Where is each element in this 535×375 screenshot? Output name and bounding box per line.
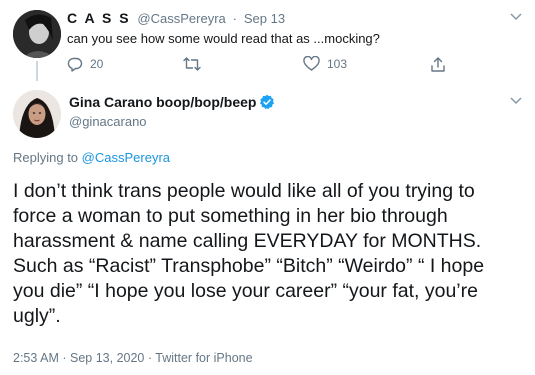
tweet-time[interactable]: 2:53 AM xyxy=(13,351,59,365)
avatar[interactable] xyxy=(13,90,61,138)
reply-header: C A S S @CassPereyra · Sep 13 xyxy=(67,10,285,26)
like-icon xyxy=(303,56,320,71)
avatar[interactable] xyxy=(13,10,61,58)
tweet-text: can you see how some would read that as … xyxy=(67,31,380,46)
tweet-text: I don’t think trans people would like al… xyxy=(13,180,485,327)
thread-connector xyxy=(36,61,38,81)
separator: · xyxy=(232,11,237,26)
handle[interactable]: @CassPereyra xyxy=(137,11,225,26)
like-count: 103 xyxy=(327,57,348,71)
verified-badge-icon xyxy=(260,94,275,110)
main-tweet: Gina Carano boop/bop/beep @ginacarano Re… xyxy=(0,80,535,375)
tweet-source[interactable]: Twitter for iPhone xyxy=(155,351,252,365)
action-bar: 20 103 xyxy=(67,56,467,74)
reply-count: 20 xyxy=(90,57,104,71)
separator: · xyxy=(62,351,70,365)
display-name[interactable]: C A S S xyxy=(67,10,131,26)
reply-icon xyxy=(67,57,83,72)
share-button[interactable] xyxy=(430,56,453,73)
replying-prefix: Replying to xyxy=(13,150,79,165)
handle[interactable]: @ginacarano xyxy=(69,114,147,129)
tweet-date[interactable]: Sep 13 xyxy=(244,11,285,26)
share-icon xyxy=(431,57,445,72)
like-button[interactable]: 103 xyxy=(303,56,347,72)
display-name[interactable]: Gina Carano boop/bop/beep xyxy=(69,94,256,110)
replying-to: Replying to @CassPereyra xyxy=(13,150,170,165)
reply-button[interactable]: 20 xyxy=(67,56,103,72)
more-chevron-icon[interactable] xyxy=(510,96,522,106)
retweet-button[interactable] xyxy=(183,56,208,72)
tweet-footer: 2:53 AM · Sep 13, 2020 · Twitter for iPh… xyxy=(13,351,253,365)
replying-to-link[interactable]: @CassPereyra xyxy=(82,150,170,165)
retweet-icon xyxy=(183,57,201,71)
reply-tweet[interactable]: C A S S @CassPereyra · Sep 13 can you se… xyxy=(0,0,535,81)
tweet-date[interactable]: Sep 13, 2020 xyxy=(70,351,144,365)
more-chevron-icon[interactable] xyxy=(510,12,522,22)
author-name-row[interactable]: Gina Carano boop/bop/beep xyxy=(69,94,275,110)
